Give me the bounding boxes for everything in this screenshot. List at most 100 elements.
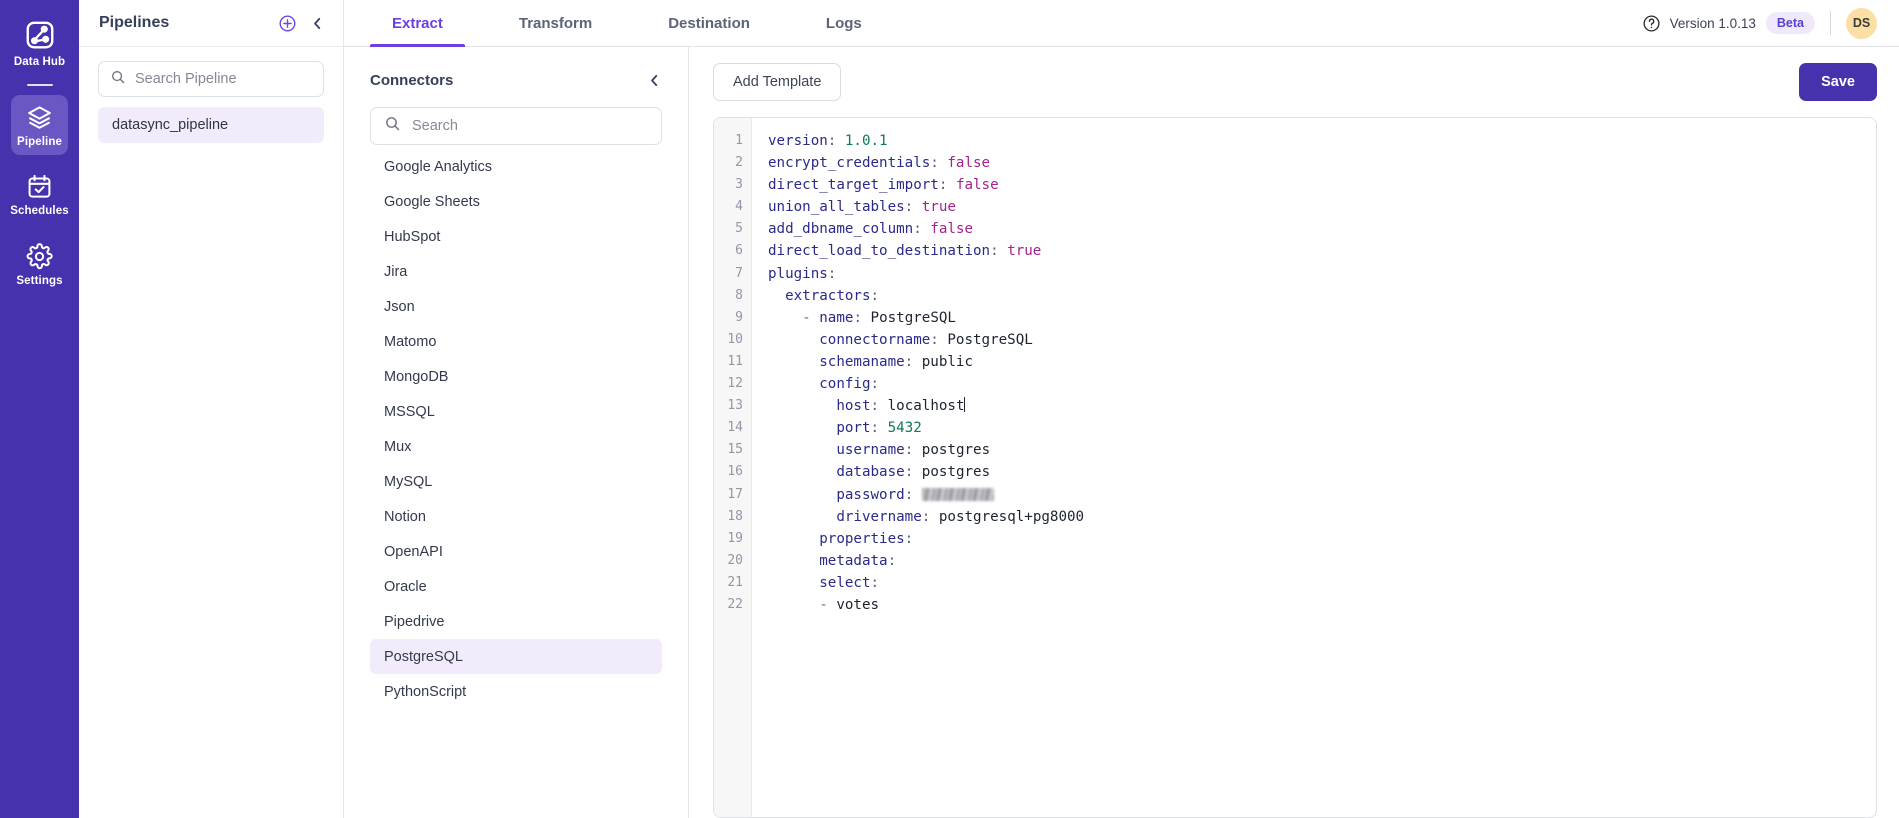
- code-line: add_dbname_column: false: [768, 221, 974, 238]
- pipeline-search[interactable]: [98, 61, 324, 97]
- connector-item[interactable]: OpenAPI: [370, 534, 662, 569]
- connector-item-label: HubSpot: [384, 228, 441, 245]
- beta-badge: Beta: [1765, 12, 1815, 34]
- redacted-password: [921, 487, 994, 501]
- text-cursor: [964, 397, 966, 413]
- code-line: host: localhost: [836, 397, 966, 415]
- collapse-connectors-button[interactable]: [642, 68, 666, 92]
- line-number-gutter: 1 2 3 4 5 6 7 8 9 10 11 12 13 14 15 16 17 18 19 20 21 22: [714, 118, 752, 817]
- connector-item-label: MSSQL: [384, 403, 435, 420]
- code-line: encrypt_credentials: false: [768, 155, 991, 172]
- connector-item-label: Jira: [384, 263, 408, 280]
- yaml-code-content[interactable]: version: 1.0.1 encrypt_credentials: false…: [752, 118, 1876, 817]
- connector-list-spacer: [370, 709, 662, 717]
- connector-item-label: PostgreSQL: [384, 648, 463, 665]
- connector-item[interactable]: Matomo: [370, 324, 662, 359]
- connector-item[interactable]: MSSQL: [370, 394, 662, 429]
- nav-item-settings-label: Settings: [16, 274, 63, 287]
- code-line: password:: [768, 484, 1876, 506]
- nav-item-pipeline-label: Pipeline: [17, 135, 62, 148]
- tab-destination[interactable]: Destination: [646, 0, 772, 46]
- connector-item[interactable]: HubSpot: [370, 219, 662, 254]
- connector-item[interactable]: MySQL: [370, 464, 662, 499]
- search-input[interactable]: [135, 71, 322, 87]
- stage-tabs: Extract Transform Destination Logs: [344, 0, 916, 47]
- code-line: version: 1.0.1: [768, 133, 888, 149]
- editor-pane: Add Template Save 1 2 3 4 5 6 7 8 9 10 11 12 13 14 15 1…: [689, 47, 1899, 818]
- code-line: metadata:: [819, 552, 897, 569]
- nav-item-pipeline[interactable]: Pipeline: [11, 94, 68, 156]
- tab-transform-label: Transform: [518, 14, 593, 32]
- nav-item-settings[interactable]: Settings: [11, 234, 68, 295]
- code-line: select:: [819, 574, 880, 591]
- tab-extract-label: Extract: [392, 14, 443, 32]
- connector-item-label: MongoDB: [384, 368, 449, 385]
- save-button[interactable]: Save: [1799, 63, 1877, 101]
- connector-item[interactable]: Notion: [370, 499, 662, 534]
- connectors-panel: Connectors Search Google Analytics Googl…: [344, 47, 689, 818]
- code-line: direct_target_import: false: [768, 177, 999, 194]
- line-number: 18: [727, 508, 743, 524]
- line-number: 13: [727, 398, 743, 414]
- connector-search[interactable]: [370, 107, 662, 145]
- app-logo[interactable]: Data Hub: [14, 12, 65, 73]
- avatar[interactable]: DS: [1846, 7, 1877, 39]
- connectors-header: Connectors: [344, 47, 688, 92]
- line-number: 5: [735, 221, 743, 237]
- connector-item[interactable]: PythonScript: [370, 674, 662, 709]
- code-line: - votes: [819, 596, 880, 613]
- connector-item-label: Notion: [384, 508, 426, 525]
- add-template-button[interactable]: Add Template: [713, 63, 842, 101]
- code-line: properties:: [819, 530, 914, 547]
- connector-item[interactable]: Jira: [370, 254, 662, 289]
- pipeline-list-item[interactable]: datasync_pipeline: [98, 107, 324, 143]
- connector-item-label: OpenAPI: [384, 543, 443, 560]
- chevron-left-icon: [646, 72, 663, 89]
- yaml-editor[interactable]: 1 2 3 4 5 6 7 8 9 10 11 12 13 14 15 16 17 18 19 20 21 22 vers…: [713, 117, 1877, 818]
- collapse-pipelines-button[interactable]: [305, 11, 329, 35]
- line-number: 12: [727, 376, 743, 392]
- line-number: 10: [727, 331, 743, 347]
- connector-item-label: PythonScript: [384, 683, 467, 700]
- connector-item-label: Mux: [384, 438, 412, 455]
- tab-logs-label: Logs: [825, 14, 862, 32]
- top-bar-right: Version 1.0.13 Beta DS: [1642, 0, 1899, 46]
- line-number: 4: [735, 199, 743, 215]
- line-number: 20: [727, 552, 743, 568]
- tab-extract[interactable]: Extract: [370, 0, 465, 47]
- connector-item[interactable]: Google Sheets: [370, 184, 662, 219]
- connector-item-label: Oracle: [384, 578, 427, 595]
- nav-item-schedules[interactable]: Schedules: [10, 164, 69, 225]
- line-number: 3: [735, 177, 743, 193]
- connector-item[interactable]: Google Analytics: [370, 149, 662, 184]
- tab-transform[interactable]: Transform: [497, 0, 614, 46]
- help-circle-icon[interactable]: [1642, 14, 1661, 33]
- connector-item[interactable]: Mux: [370, 429, 662, 464]
- code-line: drivername: postgresql+pg8000: [836, 508, 1085, 525]
- calendar-check-icon: [26, 173, 53, 200]
- line-number: 9: [735, 309, 743, 325]
- connector-item[interactable]: Pipedrive: [370, 604, 662, 639]
- editor-toolbar: Add Template Save: [713, 63, 1877, 101]
- search-icon: [384, 115, 401, 137]
- line-number: 6: [735, 243, 743, 259]
- connector-item[interactable]: PostgreSQL: [370, 639, 662, 674]
- code-line: - name: PostgreSQL: [802, 309, 956, 326]
- code-line: port: 5432: [836, 420, 922, 437]
- main-content: Extract Transform Destination Logs Versi…: [344, 0, 1899, 818]
- line-number: 8: [735, 287, 743, 303]
- plus-circle-icon: [278, 14, 297, 33]
- connector-search-input[interactable]: [412, 118, 648, 134]
- connector-item[interactable]: Oracle: [370, 569, 662, 604]
- layers-icon: [26, 104, 53, 131]
- line-number: 17: [727, 486, 743, 502]
- tab-logs[interactable]: Logs: [804, 0, 884, 46]
- line-number: 21: [727, 574, 743, 590]
- line-number: 19: [727, 530, 743, 546]
- code-line: extractors:: [785, 287, 880, 304]
- connector-item-label: Matomo: [384, 333, 437, 350]
- connector-item[interactable]: Json: [370, 289, 662, 324]
- connector-item[interactable]: MongoDB: [370, 359, 662, 394]
- add-pipeline-button[interactable]: [275, 11, 299, 35]
- connector-list[interactable]: Google Analytics Google Sheets HubSpot Jira…: [344, 149, 688, 818]
